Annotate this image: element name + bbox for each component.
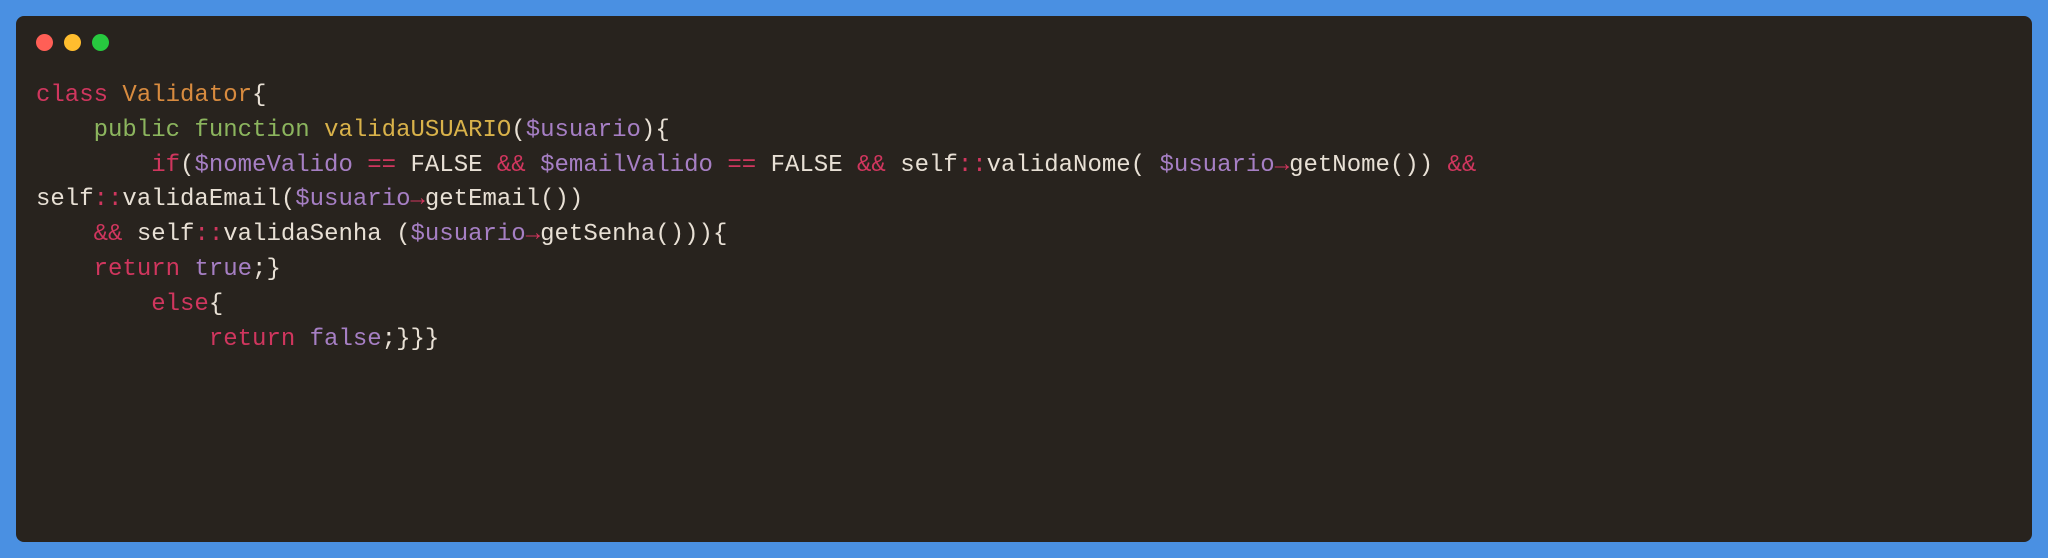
code-token: :: bbox=[194, 221, 223, 248]
code-token: { bbox=[209, 291, 223, 318]
code-token: validaSenha ( bbox=[223, 221, 410, 248]
code-token: function bbox=[194, 117, 324, 144]
code-token: == bbox=[367, 152, 410, 179]
code-token: getSenha())){ bbox=[540, 221, 727, 248]
code-token: validaUSUARIO bbox=[324, 117, 511, 144]
minimize-icon[interactable] bbox=[64, 34, 81, 51]
code-token: ;} bbox=[252, 256, 281, 283]
code-token: if bbox=[151, 152, 180, 179]
code-token: → bbox=[1275, 152, 1289, 179]
code-token: getEmail()) bbox=[425, 186, 583, 213]
code-token: && bbox=[857, 152, 900, 179]
code-token: && bbox=[497, 152, 540, 179]
code-token: validaEmail( bbox=[122, 186, 295, 213]
close-icon[interactable] bbox=[36, 34, 53, 51]
code-token: → bbox=[526, 221, 540, 248]
code-token bbox=[36, 291, 151, 318]
title-bar bbox=[16, 16, 2032, 63]
code-token bbox=[36, 326, 209, 353]
code-token: $usuario bbox=[526, 117, 641, 144]
code-token: { bbox=[252, 82, 266, 109]
maximize-icon[interactable] bbox=[92, 34, 109, 51]
code-line: && self::validaSenha ($usuario→getSenha(… bbox=[36, 218, 2012, 253]
code-token: == bbox=[727, 152, 770, 179]
code-line: if($nomeValido == FALSE && $emailValido … bbox=[36, 149, 2012, 184]
code-token bbox=[36, 152, 151, 179]
code-token: public bbox=[94, 117, 195, 144]
code-token: ;}}} bbox=[382, 326, 440, 353]
code-token: validaNome( bbox=[987, 152, 1160, 179]
code-token: $usuario bbox=[1159, 152, 1274, 179]
code-line: else{ bbox=[36, 288, 2012, 323]
code-token: FALSE bbox=[410, 152, 496, 179]
code-line: self::validaEmail($usuario→getEmail()) bbox=[36, 183, 2012, 218]
code-line: class Validator{ bbox=[36, 79, 2012, 114]
code-editor[interactable]: class Validator{ public function validaU… bbox=[16, 63, 2032, 373]
code-line: return true;} bbox=[36, 253, 2012, 288]
code-token: return bbox=[209, 326, 310, 353]
code-token: && bbox=[1448, 152, 1491, 179]
code-token: FALSE bbox=[771, 152, 857, 179]
code-line: return false;}}} bbox=[36, 323, 2012, 358]
code-token: $emailValido bbox=[540, 152, 727, 179]
code-token bbox=[36, 256, 94, 283]
code-token: self bbox=[36, 186, 94, 213]
code-token: return bbox=[94, 256, 195, 283]
code-window: class Validator{ public function validaU… bbox=[16, 16, 2032, 542]
code-token: class bbox=[36, 82, 122, 109]
code-token: else bbox=[151, 291, 209, 318]
code-token: :: bbox=[958, 152, 987, 179]
code-token: → bbox=[410, 186, 424, 213]
code-token: false bbox=[310, 326, 382, 353]
code-token: ( bbox=[180, 152, 194, 179]
code-token: :: bbox=[94, 186, 123, 213]
code-token: $usuario bbox=[295, 186, 410, 213]
code-token: ( bbox=[511, 117, 525, 144]
code-token: true bbox=[194, 256, 252, 283]
code-token: $nomeValido bbox=[194, 152, 367, 179]
code-token bbox=[36, 221, 94, 248]
code-token: getNome()) bbox=[1289, 152, 1447, 179]
code-token: self bbox=[137, 221, 195, 248]
code-token: ){ bbox=[641, 117, 670, 144]
code-line: public function validaUSUARIO($usuario){ bbox=[36, 114, 2012, 149]
code-token: $usuario bbox=[410, 221, 525, 248]
code-token: Validator bbox=[122, 82, 252, 109]
code-token: && bbox=[94, 221, 137, 248]
code-token: self bbox=[900, 152, 958, 179]
code-token bbox=[36, 117, 94, 144]
